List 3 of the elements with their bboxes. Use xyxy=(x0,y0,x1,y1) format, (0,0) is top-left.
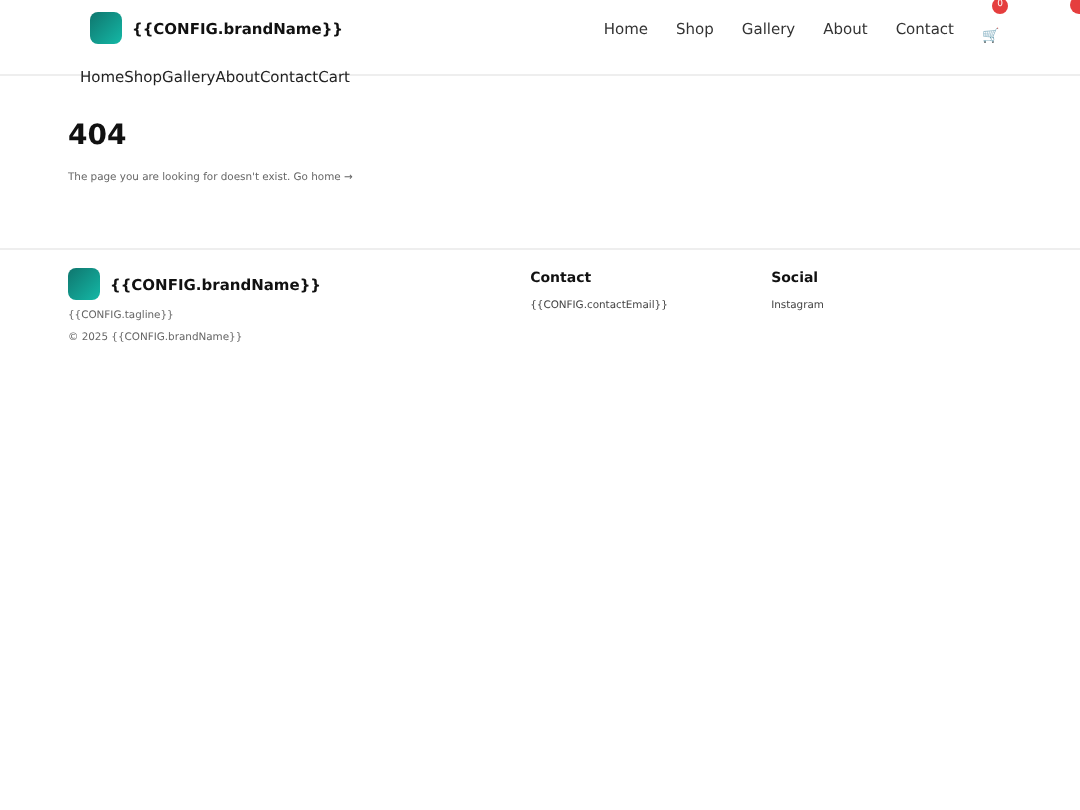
logo-icon xyxy=(68,268,100,300)
error-code: 404 xyxy=(68,120,129,152)
logo-icon xyxy=(90,12,122,44)
